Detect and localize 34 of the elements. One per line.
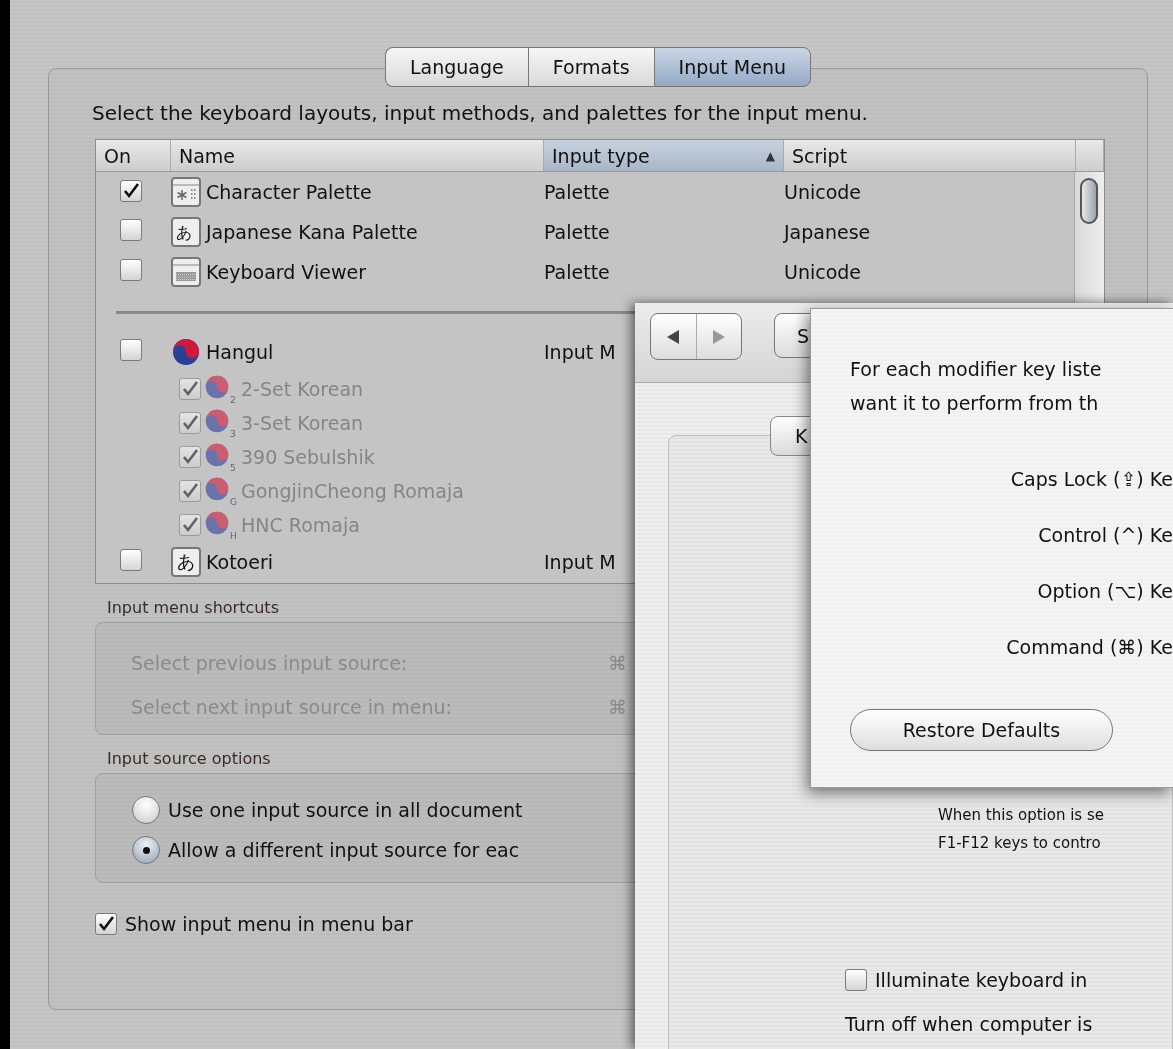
- instruction-text: Select the keyboard layouts, input methods, and palettes for the input menu.: [92, 101, 869, 127]
- kana-icon: あ: [171, 547, 201, 577]
- name-cell: 2-Set Korean: [241, 378, 364, 400]
- radio-label: Use one input source in all document: [168, 799, 523, 821]
- type-cell: Palette: [544, 261, 610, 283]
- modifier-key-label: Control (^) Ke: [1038, 524, 1173, 546]
- name-cell: 3-Set Korean: [241, 412, 364, 434]
- checkbox-label: Show input menu in menu bar: [125, 913, 413, 935]
- script-cell: Japanese: [784, 221, 871, 243]
- group-title: Input menu shortcuts: [107, 598, 280, 619]
- modifier-key-label: Command (⌘) Ke: [1006, 636, 1173, 658]
- script-cell: Unicode: [784, 261, 862, 283]
- name-cell: GongjinCheong Romaja: [241, 480, 464, 502]
- name-cell: Hangul: [206, 341, 274, 363]
- name-cell: Kotoeri: [206, 551, 273, 573]
- name-cell: HNC Romaja: [241, 514, 360, 536]
- option-description: When this option is se F1-F12 keys to contro: [938, 805, 1105, 854]
- type-cell: Input M: [544, 341, 616, 363]
- name-cell: Keyboard Viewer: [206, 261, 366, 283]
- radio-label: Allow a different input source for eac: [168, 839, 520, 861]
- type-cell: Palette: [544, 181, 610, 203]
- name-cell: Character Palette: [206, 181, 372, 203]
- sheet-message: For each modifier key liste want it to perform from th: [850, 357, 1103, 416]
- group-title: Input source options: [107, 749, 272, 770]
- kana-palette-icon: あ: [171, 217, 201, 247]
- modifier-key-label: Option (⌥) Ke: [1037, 580, 1173, 602]
- modifier-key-label: Caps Lock (⇪) Ke: [1010, 468, 1173, 490]
- name-cell: Japanese Kana Palette: [206, 221, 418, 243]
- name-cell: 390 Sebulshik: [241, 446, 375, 468]
- setting-label: Turn off when computer is: [845, 1013, 1094, 1035]
- type-cell: Input M: [544, 551, 616, 573]
- type-cell: Palette: [544, 221, 610, 243]
- checkbox-label: Illuminate keyboard in: [875, 969, 1088, 991]
- script-cell: Unicode: [784, 181, 862, 203]
